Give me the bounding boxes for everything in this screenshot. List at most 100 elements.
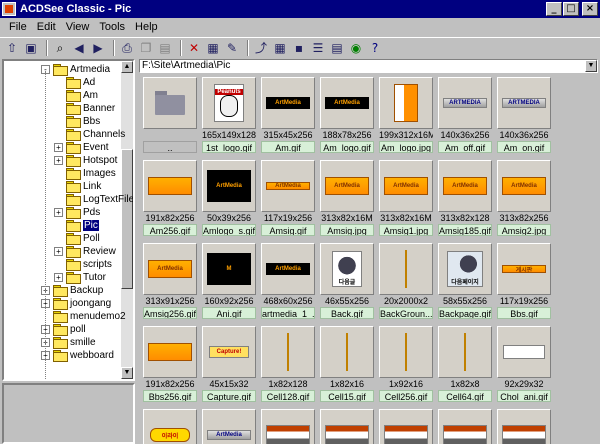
view-details-icon[interactable]: ▤: [329, 40, 345, 56]
file-thumbnail-item[interactable]: ArtMedia 313x82x16M Amsig.jpg: [320, 160, 374, 236]
thumbnail-frame[interactable]: 다음글: [320, 243, 374, 295]
scroll-down-arrow-icon[interactable]: ▼: [121, 367, 133, 379]
file-name-label[interactable]: Amsig2.jpg: [497, 224, 551, 236]
file-name-label[interactable]: Bbs.gif: [497, 307, 551, 319]
tree-folder-smille[interactable]: + smille: [41, 336, 96, 349]
file-name-label[interactable]: Amlogo_s.gif: [202, 224, 256, 236]
file-name-label[interactable]: Back.gif: [320, 307, 374, 319]
tree-folder-event[interactable]: + Event: [54, 141, 109, 154]
tree-folder-images[interactable]: Images: [54, 167, 116, 180]
tree-folder-link[interactable]: Link: [54, 180, 101, 193]
file-thumbnail-item[interactable]: [438, 409, 492, 444]
file-name-label[interactable]: BackGroun...: [379, 307, 433, 319]
tree-folder-banner[interactable]: Banner: [54, 102, 115, 115]
file-name-label[interactable]: Amsig1.jpg: [379, 224, 433, 236]
tree-folder-pic[interactable]: Pic: [54, 219, 99, 232]
paste-icon[interactable]: ▤: [157, 40, 173, 56]
file-name-label[interactable]: Amsig.jpg: [320, 224, 374, 236]
file-thumbnail-item[interactable]: M 160x92x256 Ani.gif: [202, 243, 256, 319]
thumbnail-frame[interactable]: [320, 326, 374, 378]
tree-folder-scripts[interactable]: scripts: [54, 258, 112, 271]
file-name-label[interactable]: artmedia_1_...: [261, 307, 315, 319]
browse-folder-icon[interactable]: ▣: [23, 40, 39, 56]
file-thumbnail-item[interactable]: 이라이: [143, 409, 197, 444]
file-thumbnail-item[interactable]: [379, 409, 433, 444]
file-name-label[interactable]: Cell64.gif: [438, 390, 492, 402]
thumbnail-frame[interactable]: 이라이: [143, 409, 197, 444]
file-name-label[interactable]: Amsig185.gif: [438, 224, 492, 236]
file-name-label[interactable]: Bbs256.gif: [143, 390, 197, 402]
tree-folder-menudemo2[interactable]: menudemo2: [41, 310, 126, 323]
menu-file[interactable]: File: [4, 21, 32, 33]
file-thumbnail-item[interactable]: ARTMEDIA 140x36x256 Am_off.gif: [438, 77, 492, 153]
find-icon[interactable]: ⌕: [52, 40, 68, 56]
file-thumbnail-item[interactable]: 1x82x16 Cell15.gif: [320, 326, 374, 402]
thumbnail-frame[interactable]: ArtMedia: [379, 160, 433, 212]
view-large-icon[interactable]: ▦: [272, 40, 288, 56]
tree-folder-review[interactable]: + Review: [54, 245, 116, 258]
file-name-label[interactable]: Amsig256.gif: [143, 307, 197, 319]
expand-icon[interactable]: +: [54, 156, 63, 165]
thumbnail-frame[interactable]: Peanuts: [202, 77, 256, 129]
file-name-label[interactable]: Amsig.gif: [261, 224, 315, 236]
thumbnail-frame[interactable]: ArtMedia: [261, 77, 315, 129]
thumbnail-frame[interactable]: [379, 326, 433, 378]
thumbnail-frame[interactable]: [379, 243, 433, 295]
tree-folder-pds[interactable]: + Pds: [54, 206, 100, 219]
thumbnail-frame[interactable]: 다음페이지: [438, 243, 492, 295]
file-thumbnail-item[interactable]: 1x92x16 Cell256.gif: [379, 326, 433, 402]
properties-icon[interactable]: ▦: [205, 40, 221, 56]
tree-scrollbar[interactable]: ▲ ▼: [121, 61, 133, 379]
thumbnail-frame[interactable]: ArtMedia: [320, 77, 374, 129]
file-thumbnail-item[interactable]: Capture! 45x15x32 Capture.gif: [202, 326, 256, 402]
file-thumbnail-item[interactable]: ..: [143, 77, 197, 153]
file-thumbnail-item[interactable]: ArtMedia 313x82x16M Amsig1.jpg: [379, 160, 433, 236]
tree-folder-backup[interactable]: + Backup: [41, 284, 103, 297]
file-thumbnail-item[interactable]: 20x2000x2 BackGroun...: [379, 243, 433, 319]
file-name-label[interactable]: Ani.gif: [202, 307, 256, 319]
file-thumbnail-item[interactable]: 1x82x128 Cell128.gif: [261, 326, 315, 402]
path-field[interactable]: F:\Site\Artmedia\Pic ▼: [139, 59, 598, 73]
file-thumbnail-item[interactable]: ArtMedia 50x39x256 Amlogo_s.gif: [202, 160, 256, 236]
file-name-label[interactable]: Am_off.gif: [438, 141, 492, 153]
file-name-label[interactable]: Cell128.gif: [261, 390, 315, 402]
file-thumbnail-item[interactable]: [497, 409, 551, 444]
file-thumbnail-item[interactable]: [261, 409, 315, 444]
menu-view[interactable]: View: [61, 21, 95, 33]
file-thumbnail-item[interactable]: ArtMedia 188x78x256 Am_logo.gif: [320, 77, 374, 153]
thumbnail-frame[interactable]: [497, 409, 551, 444]
file-thumbnail-item[interactable]: 다음글 46x55x256 Back.gif: [320, 243, 374, 319]
thumbnail-frame[interactable]: ArtMedia: [261, 160, 315, 212]
file-thumbnail-item[interactable]: ArtMedia 313x82x256 Amsig2.jpg: [497, 160, 551, 236]
view-small-icon[interactable]: ▪: [291, 40, 307, 56]
file-name-label[interactable]: Backpage.gif: [438, 307, 492, 319]
file-thumbnail-item[interactable]: 191x82x256 Am256.gif: [143, 160, 197, 236]
slideshow-icon[interactable]: ◉: [348, 40, 364, 56]
thumbnail-frame[interactable]: [379, 77, 433, 129]
file-thumbnail-item[interactable]: ArtMedia 313x82x128 Amsig185.gif: [438, 160, 492, 236]
thumbnail-frame[interactable]: ArtMedia: [497, 160, 551, 212]
thumbnail-frame[interactable]: ARTMEDIA: [438, 77, 492, 129]
file-name-label[interactable]: Chol_ani.gif: [497, 390, 551, 402]
scroll-up-arrow-icon[interactable]: ▲: [121, 61, 133, 73]
browse-up-icon[interactable]: ⇧: [4, 40, 20, 56]
forward-icon[interactable]: ▶: [90, 40, 106, 56]
tree-folder-webboard[interactable]: + webboard: [41, 349, 114, 362]
thumbnail-frame[interactable]: ArtMedia: [202, 409, 256, 444]
thumbnail-frame[interactable]: ARTMEDIA: [497, 77, 551, 129]
expand-icon[interactable]: +: [54, 273, 63, 282]
back-icon[interactable]: ◀: [71, 40, 87, 56]
file-name-label[interactable]: Am_on.gif: [497, 141, 551, 153]
thumbnail-frame[interactable]: ArtMedia: [320, 160, 374, 212]
thumbnail-frame[interactable]: M: [202, 243, 256, 295]
file-name-label[interactable]: Cell256.gif: [379, 390, 433, 402]
file-thumbnail-item[interactable]: ArtMedia 313x91x256 Amsig256.gif: [143, 243, 197, 319]
file-thumbnail-item[interactable]: 다음페이지 58x55x256 Backpage.gif: [438, 243, 492, 319]
file-name-label[interactable]: Am_logo.gif: [320, 141, 374, 153]
expand-icon[interactable]: +: [54, 143, 63, 152]
file-thumbnail-item[interactable]: 1x82x8 Cell64.gif: [438, 326, 492, 402]
menu-edit[interactable]: Edit: [32, 21, 61, 33]
print-icon[interactable]: ⎙: [119, 40, 135, 56]
view-list-icon[interactable]: ☰: [310, 40, 326, 56]
file-name-label[interactable]: Am_logo.jpg: [379, 141, 433, 153]
